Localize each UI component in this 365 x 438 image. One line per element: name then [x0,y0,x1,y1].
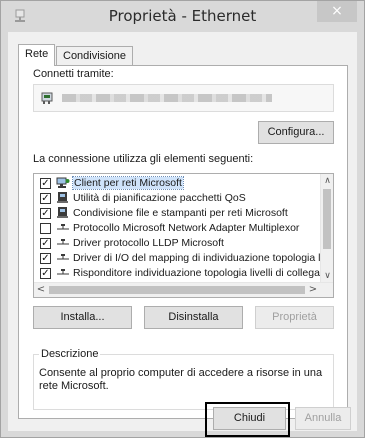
adapter-name-redacted [62,94,272,102]
list-item[interactable]: ✓ Risponditore individuazione topologia … [34,266,334,281]
description-title: Descrizione [39,348,101,360]
properties-dialog: Proprietà - Ethernet × Rete Condivisione… [0,0,365,438]
item-checkbox[interactable] [40,223,51,234]
item-checkbox[interactable]: ✓ [40,238,51,249]
protocol-icon [57,239,69,245]
item-label: Client per reti Microsoft [72,176,184,190]
list-item[interactable]: ✓ Utilità di pianificazione pacchetti Qo… [34,191,333,206]
adapter-field [33,84,334,112]
window-title: Proprietà - Ethernet [108,7,257,25]
list-item[interactable]: ✓ Driver protocollo LLDP Microsoft [34,236,333,251]
close-button[interactable]: × [317,1,357,22]
network-service-icon [57,192,68,203]
components-list[interactable]: ✓ Client per reti Microsoft ✓ Utilità di… [33,173,334,298]
tab-rete[interactable]: Rete [18,44,56,66]
item-label: Protocollo Microsoft Network Adapter Mul… [73,222,300,234]
configure-button[interactable]: Configura... [258,121,334,144]
item-checkbox[interactable]: ✓ [40,178,51,189]
list-item[interactable]: ✓ Condivisione file e stampanti per reti… [34,206,333,221]
items-label: La connessione utilizza gli elementi seg… [33,153,254,165]
title-bar[interactable]: Proprietà - Ethernet × [1,1,364,32]
network-adapter-icon [41,92,53,104]
close-button-highlight [205,402,290,437]
item-checkbox[interactable]: ✓ [40,208,51,219]
protocol-icon [57,224,69,230]
scroll-up-arrow-icon[interactable]: ∧ [321,174,333,188]
item-checkbox[interactable]: ✓ [40,268,51,279]
item-label: Driver di I/O del mapping di individuazi… [73,252,334,264]
protocol-icon [57,254,69,260]
description-text: Consente al proprio computer di accedere… [39,367,323,392]
install-button[interactable]: Installa... [33,306,132,329]
item-checkbox[interactable]: ✓ [40,253,51,264]
vertical-scrollbar[interactable]: ∧ ∨ [320,174,333,283]
horizontal-scroll-thumb[interactable] [49,286,305,294]
connect-using-label: Connetti tramite: [33,68,114,80]
list-item[interactable]: ✓ Client per reti Microsoft [34,176,333,191]
horizontal-scrollbar[interactable]: < > [34,282,333,297]
cancel-button[interactable]: Annulla [295,407,351,430]
item-label: Utilità di pianificazione pacchetti QoS [73,192,246,204]
scroll-right-arrow-icon[interactable]: > [306,283,320,297]
list-item[interactable]: ✓ Driver di I/O del mapping di individua… [34,251,334,266]
vertical-scroll-thumb[interactable] [323,189,331,249]
item-label: Driver protocollo LLDP Microsoft [73,237,224,249]
list-item[interactable]: Protocollo Microsoft Network Adapter Mul… [34,221,333,236]
uninstall-button[interactable]: Disinstalla [144,306,243,329]
network-service-icon [57,207,68,218]
dialog-client-area: Rete Condivisione Connetti tramite: Conf… [8,32,357,431]
item-label: Risponditore individuazione topologia li… [73,267,334,279]
scroll-left-arrow-icon[interactable]: < [34,283,48,297]
protocol-icon [57,269,69,275]
properties-button[interactable]: Proprietà [255,306,334,329]
network-client-icon [56,177,70,188]
item-label: Condivisione file e stampanti per reti M… [73,207,288,219]
item-checkbox[interactable]: ✓ [40,193,51,204]
tab-panel-rete: Connetti tramite: Configura... La connes… [18,65,348,419]
tab-condivisione[interactable]: Condivisione [56,46,133,65]
scroll-down-arrow-icon[interactable]: ∨ [321,269,333,283]
